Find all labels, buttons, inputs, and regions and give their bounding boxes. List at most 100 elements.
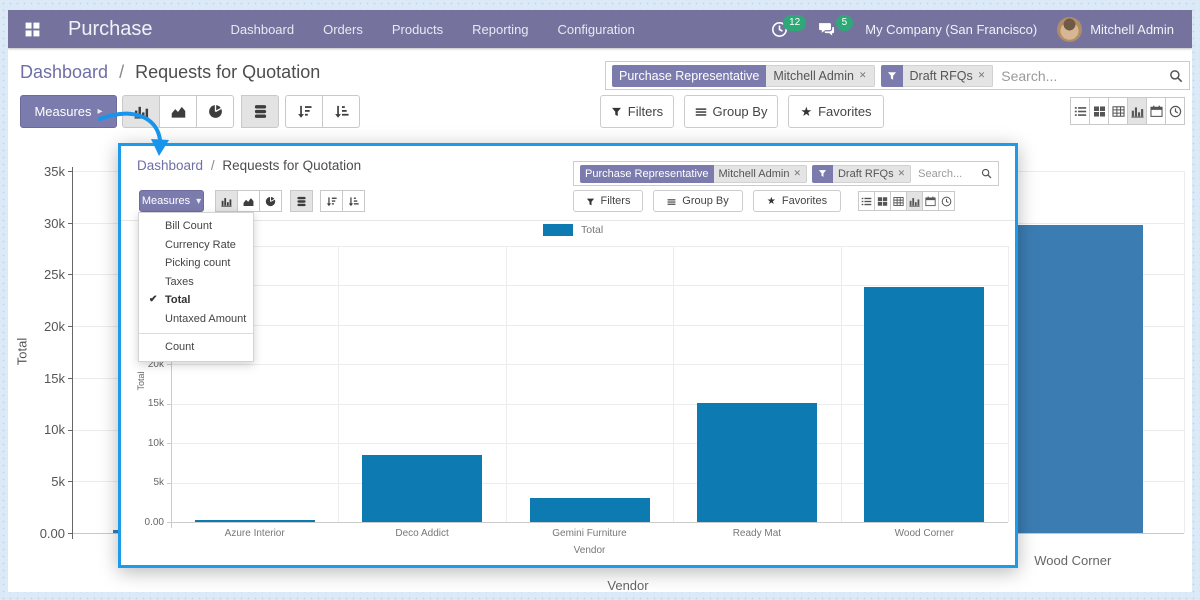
app-name[interactable]: Purchase: [68, 18, 153, 41]
pivot-view-button[interactable]: [890, 191, 907, 211]
bar-deco-addict[interactable]: [362, 455, 482, 522]
bar-wood-corner[interactable]: [1003, 225, 1143, 533]
stacked-toggle-button[interactable]: [290, 190, 313, 212]
kanban-view-button[interactable]: [1089, 97, 1109, 125]
facet-value: Mitchell Admin: [773, 69, 854, 83]
group-by-icon: [695, 106, 707, 118]
line-chart-view-button[interactable]: [159, 95, 197, 128]
bar-chart-icon: [134, 104, 149, 119]
group-by-label: Group By: [682, 195, 728, 207]
y-tick-label: 30k: [23, 216, 65, 231]
facet-remove-button[interactable]: ✕: [898, 168, 906, 179]
search-bar[interactable]: Purchase Representative Mitchell Admin✕ …: [605, 61, 1190, 90]
user-menu[interactable]: Mitchell Admin: [1057, 17, 1174, 42]
bar-wood-corner[interactable]: [864, 287, 984, 522]
menu-item-orders[interactable]: Orders: [323, 22, 363, 37]
bar-gemini-furniture[interactable]: [530, 498, 650, 522]
measures-dropdown: Bill CountCurrency RatePicking countTaxe…: [138, 212, 254, 362]
calendar-view-button[interactable]: [1146, 97, 1166, 125]
group-by-button[interactable]: Group By: [684, 95, 778, 128]
overlay-search-bar[interactable]: Purchase Representative Mitchell Admin✕ …: [573, 161, 999, 186]
measure-option-total[interactable]: Total✔: [139, 291, 253, 310]
breadcrumb-current: Requests for Quotation: [135, 62, 320, 82]
x-category-label-wood-corner: Wood Corner: [841, 528, 1008, 539]
measure-option-untaxed-amount[interactable]: Untaxed Amount: [139, 310, 253, 329]
pivot-view-button[interactable]: [1108, 97, 1128, 125]
stacked-toggle-button[interactable]: [241, 95, 279, 128]
pie-chart-view-button[interactable]: [196, 95, 234, 128]
line-chart-view-button[interactable]: [237, 190, 260, 212]
measure-option-count[interactable]: Count: [139, 338, 253, 357]
search-icon[interactable]: [1169, 69, 1183, 83]
sort-ascending-icon: [334, 104, 349, 119]
sort-ascending-button[interactable]: [322, 95, 360, 128]
graph-view-button[interactable]: [906, 191, 923, 211]
group-by-button[interactable]: Group By: [653, 190, 743, 212]
bar-chart-view-button[interactable]: [215, 190, 238, 212]
measure-option-bill-count[interactable]: Bill Count: [139, 217, 253, 236]
facet-value: Mitchell Admin: [719, 168, 790, 180]
pie-chart-view-button[interactable]: [259, 190, 282, 212]
breadcrumb-dashboard-link[interactable]: Dashboard: [137, 158, 203, 173]
bar-azure-interior[interactable]: [195, 520, 315, 522]
facet-remove-button[interactable]: ✕: [859, 70, 867, 81]
chart-type-group: [215, 190, 282, 212]
calendar-icon: [1150, 105, 1163, 118]
filters-button[interactable]: Filters: [600, 95, 674, 128]
stacked-bars-icon: [296, 196, 307, 207]
facet-remove-button[interactable]: ✕: [978, 70, 986, 81]
graph-view-button[interactable]: [1127, 97, 1147, 125]
x-category-label-deco-addict: Deco Addict: [338, 528, 505, 539]
x-axis-title: Vendor: [528, 578, 728, 592]
bar-chart-view-button[interactable]: [122, 95, 160, 128]
activity-view-button[interactable]: [938, 191, 955, 211]
messages-menu-button[interactable]: 5: [818, 21, 845, 38]
avatar: [1057, 17, 1082, 42]
filters-button[interactable]: Filters: [573, 190, 643, 212]
measures-button[interactable]: Measures ▾: [139, 190, 204, 212]
gridline-v: [1184, 171, 1185, 533]
y-tick-label: 15k: [134, 398, 164, 409]
y-tick-label: 20k: [23, 319, 65, 334]
menu-item-reporting[interactable]: Reporting: [472, 22, 528, 37]
y-tick-label: 35k: [23, 164, 65, 179]
sort-group: [285, 95, 360, 128]
calendar-view-button[interactable]: [922, 191, 939, 211]
search-input[interactable]: [999, 67, 1169, 85]
clock-icon: [941, 196, 952, 207]
measures-button[interactable]: Measures ▸: [20, 95, 117, 128]
menu-item-configuration[interactable]: Configuration: [558, 22, 635, 37]
breadcrumb-dashboard-link[interactable]: Dashboard: [20, 62, 108, 82]
company-switcher[interactable]: My Company (San Francisco): [865, 22, 1037, 37]
search-icon[interactable]: [981, 168, 992, 179]
list-view-button[interactable]: [1070, 97, 1090, 125]
search-facet-purchase-representative: Purchase Representative Mitchell Admin✕: [580, 165, 807, 183]
facet-remove-button[interactable]: ✕: [793, 168, 801, 179]
stacked-group: [290, 190, 313, 212]
gridline-v: [338, 246, 339, 522]
favorites-button[interactable]: ★ Favorites: [753, 190, 841, 212]
bar-ready-mat[interactable]: [697, 403, 817, 522]
funnel-icon: [586, 197, 595, 206]
filters-label: Filters: [628, 104, 663, 119]
menu-item-products[interactable]: Products: [392, 22, 443, 37]
apps-menu-button[interactable]: [24, 21, 41, 38]
sort-descending-button[interactable]: [320, 190, 343, 212]
activity-view-button[interactable]: [1165, 97, 1185, 125]
measure-option-currency-rate[interactable]: Currency Rate: [139, 236, 253, 255]
favorites-button[interactable]: ★ Favorites: [788, 95, 884, 128]
kanban-icon: [1093, 105, 1106, 118]
measure-option-taxes[interactable]: Taxes: [139, 273, 253, 292]
chart-legend[interactable]: Total: [543, 224, 603, 236]
sort-descending-button[interactable]: [285, 95, 323, 128]
measure-option-picking-count[interactable]: Picking count: [139, 254, 253, 273]
kanban-view-button[interactable]: [874, 191, 891, 211]
activity-menu-button[interactable]: 12: [771, 21, 798, 38]
search-input[interactable]: [916, 167, 981, 181]
search-facet-draft-rfqs: Draft RFQs✕: [881, 65, 994, 87]
sort-ascending-button[interactable]: [342, 190, 365, 212]
list-view-button[interactable]: [858, 191, 875, 211]
sort-descending-icon: [326, 196, 337, 207]
navbar-menu: Dashboard Orders Products Reporting Configur…: [231, 22, 635, 37]
menu-item-dashboard[interactable]: Dashboard: [231, 22, 295, 37]
